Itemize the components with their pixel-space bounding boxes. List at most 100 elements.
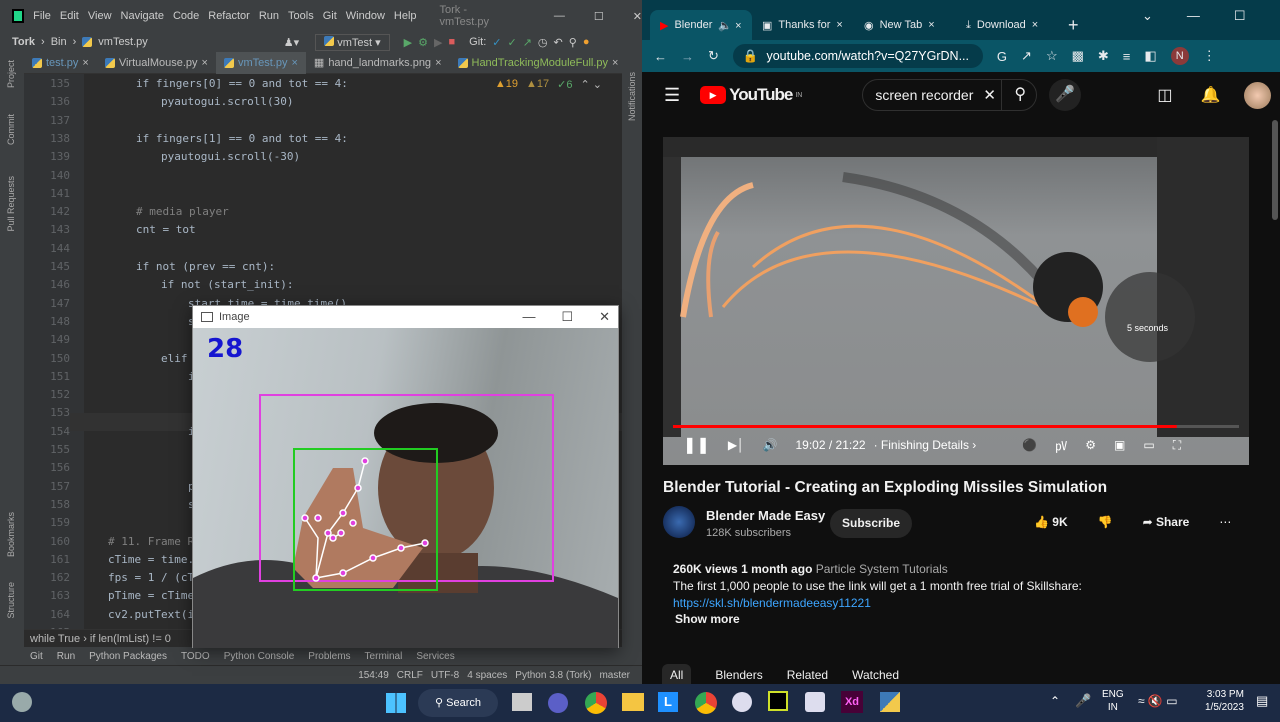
start-button[interactable]: [386, 693, 406, 713]
bookmark-star-icon[interactable]: ☆: [1046, 48, 1058, 64]
fullscreen-icon[interactable]: ⛶: [1173, 438, 1181, 453]
clock[interactable]: 3:03 PM 1/5/2023: [1205, 688, 1244, 714]
voice-search-icon[interactable]: 🎤: [1049, 79, 1082, 111]
tab-download[interactable]: ⤓ Download ×: [956, 10, 1058, 40]
status-item[interactable]: master: [599, 670, 630, 681]
maximize-button[interactable]: ☐: [561, 309, 573, 325]
next-icon[interactable]: ▶│: [728, 438, 745, 452]
git-update-icon[interactable]: ✓: [492, 36, 501, 49]
taskbar-search[interactable]: ⚲ Search: [418, 689, 498, 717]
chapter-button[interactable]: · Finishing Details ›: [874, 438, 977, 452]
search-icon[interactable]: ⚲: [1001, 80, 1036, 110]
forward-icon[interactable]: →: [681, 49, 694, 64]
crumb-while[interactable]: while True: [30, 633, 80, 645]
maximize-button[interactable]: ☐: [594, 10, 604, 23]
menu-help[interactable]: Help: [394, 10, 417, 22]
run-icon[interactable]: ▶: [404, 36, 412, 49]
tool-window-git[interactable]: Git: [30, 651, 43, 662]
coverage-icon[interactable]: ▶: [434, 36, 442, 49]
captions-icon[interactable]: ㎴: [1055, 437, 1067, 454]
weather-widget-icon[interactable]: [12, 692, 32, 712]
search-icon[interactable]: ⚲: [569, 36, 577, 49]
reading-list-icon[interactable]: ≡: [1123, 49, 1131, 64]
close-button[interactable]: ✕: [599, 309, 610, 325]
tab-new-tab[interactable]: ◉ New Tab ×: [854, 10, 956, 40]
status-item[interactable]: 4 spaces: [467, 670, 507, 681]
tab-virtualmouse-py[interactable]: VirtualMouse.py ×: [97, 52, 216, 74]
chip-blenders[interactable]: Blenders: [715, 664, 762, 686]
tool-window-services[interactable]: Services: [416, 651, 454, 662]
back-icon[interactable]: ←: [654, 49, 667, 64]
status-item[interactable]: Python 3.8 (Tork): [515, 670, 591, 681]
video-player[interactable]: 5 seconds ❚❚ ▶│ 🔊 19:02 / 21:22 · Finish…: [663, 137, 1249, 465]
adobe-xd-icon[interactable]: Xd: [841, 691, 863, 713]
menu-git[interactable]: Git: [323, 10, 337, 22]
tab-thanks[interactable]: ▣ Thanks for ×: [752, 10, 854, 40]
language-indicator[interactable]: ENG IN: [1102, 688, 1124, 714]
tab-search-icon[interactable]: ⌄: [1142, 8, 1153, 24]
tab-hand-landmarks-png[interactable]: ▦ hand_landmarks.png ×: [306, 52, 450, 74]
status-item[interactable]: UTF-8: [431, 670, 459, 681]
show-hidden-icons[interactable]: ⌃: [1050, 694, 1060, 708]
subscribe-button[interactable]: Subscribe: [830, 509, 913, 538]
minimize-button[interactable]: —: [522, 309, 535, 325]
close-button[interactable]: ✕: [633, 10, 642, 23]
menu-run[interactable]: Run: [259, 10, 279, 22]
tab-vmtest-py[interactable]: vmTest.py ×: [215, 51, 306, 74]
extension-icon[interactable]: ▩: [1072, 48, 1084, 64]
google-lens-icon[interactable]: G: [997, 49, 1007, 64]
tool-window-terminal[interactable]: Terminal: [365, 651, 403, 662]
page-scrollbar[interactable]: [1272, 120, 1278, 220]
channel-avatar[interactable]: [663, 506, 695, 538]
git-commit-icon[interactable]: ✓: [507, 36, 516, 49]
notifications-tool[interactable]: Notifications: [627, 72, 637, 121]
playlist-link[interactable]: Particle System Tutorials: [816, 562, 948, 576]
file-explorer-icon[interactable]: [622, 693, 644, 711]
menu-tools[interactable]: Tools: [288, 10, 314, 22]
run-config-select[interactable]: vmTest ▾: [315, 33, 390, 51]
new-tab-button[interactable]: +: [1058, 10, 1088, 40]
notification-center-icon[interactable]: ▤: [1256, 693, 1268, 709]
minimize-button[interactable]: —: [554, 10, 565, 22]
crumb-if[interactable]: if len(lmList) != 0: [90, 633, 171, 645]
create-icon[interactable]: ◫: [1157, 85, 1172, 105]
chip-watched[interactable]: Watched: [852, 664, 899, 686]
store-icon[interactable]: [805, 692, 825, 712]
project-tool[interactable]: Project: [6, 60, 16, 88]
image-window-titlebar[interactable]: Image — ☐ ✕: [193, 306, 618, 328]
commit-tool[interactable]: Commit: [6, 114, 16, 145]
status-item[interactable]: CRLF: [397, 670, 423, 681]
breadcrumb-folder[interactable]: Bin: [51, 36, 67, 48]
clear-search-icon[interactable]: ✕: [983, 86, 1001, 104]
structure-tool[interactable]: Structure: [6, 582, 16, 619]
menu-window[interactable]: Window: [346, 10, 385, 22]
menu-file[interactable]: File: [33, 10, 51, 22]
youtube-logo[interactable]: ▶ YouTube IN: [700, 85, 802, 105]
menu-navigate[interactable]: Navigate: [121, 10, 164, 22]
more-actions-icon[interactable]: ⋯: [1219, 515, 1231, 529]
tool-window-run[interactable]: Run: [57, 651, 75, 662]
menu-code[interactable]: Code: [173, 10, 199, 22]
chrome-menu-icon[interactable]: ⋮: [1203, 48, 1216, 64]
side-panel-icon[interactable]: ◧: [1144, 48, 1156, 64]
debug-icon[interactable]: ⚙: [418, 36, 428, 49]
tool-window-problems[interactable]: Problems: [308, 651, 350, 662]
theater-icon[interactable]: ▭: [1143, 438, 1154, 452]
dislike-button[interactable]: 👎: [1098, 515, 1113, 529]
tool-window-python-console[interactable]: Python Console: [224, 651, 295, 662]
teams-chat-icon[interactable]: [548, 693, 568, 713]
channel-name[interactable]: Blender Made Easy: [706, 508, 825, 523]
miniplayer-icon[interactable]: ▣: [1114, 438, 1125, 452]
tool-window-python-packages[interactable]: Python Packages: [89, 651, 167, 662]
autoplay-toggle[interactable]: ⚫: [1022, 438, 1037, 452]
tab-youtube[interactable]: ▶ Blender 🔈 ×: [650, 10, 752, 40]
task-view-icon[interactable]: [512, 693, 532, 711]
pull-requests-tool[interactable]: Pull Requests: [6, 176, 16, 232]
rollback-icon[interactable]: ↶: [554, 36, 563, 49]
reload-icon[interactable]: ↻: [708, 48, 719, 64]
search-box[interactable]: screen recorder ✕ ⚲: [862, 79, 1038, 111]
pause-icon[interactable]: ❚❚: [683, 435, 710, 455]
share-button[interactable]: ➦ Share: [1143, 515, 1190, 529]
menu-refactor[interactable]: Refactor: [208, 10, 250, 22]
chip-related[interactable]: Related: [787, 664, 828, 686]
